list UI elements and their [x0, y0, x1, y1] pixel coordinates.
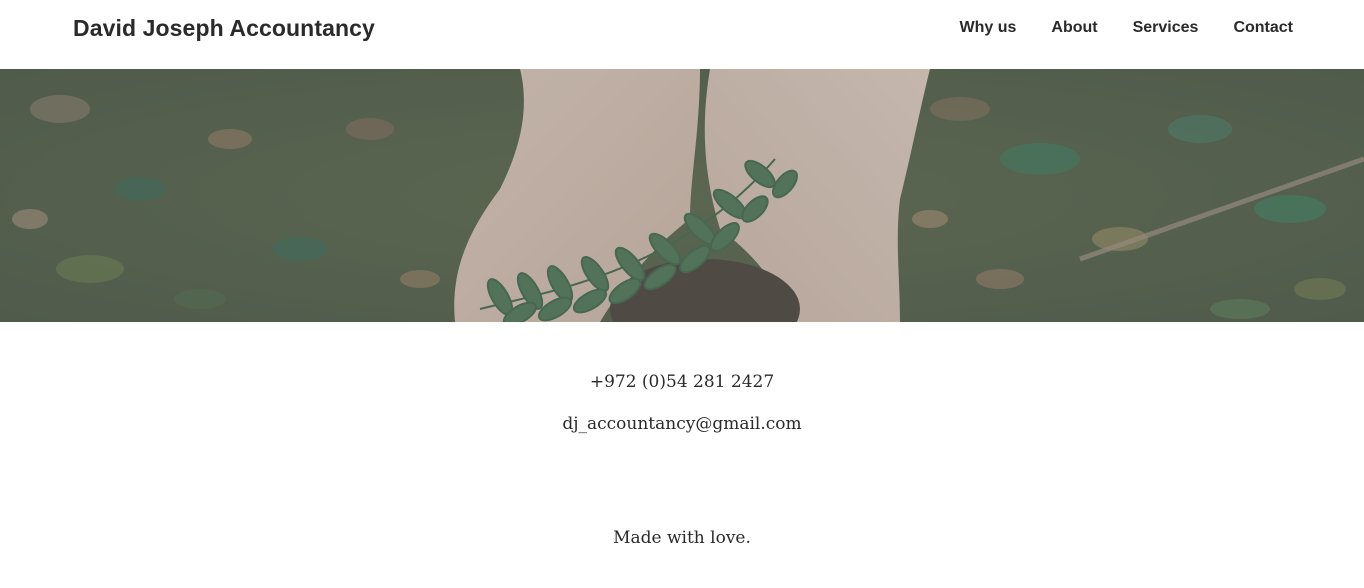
site-header: David Joseph Accountancy Why us About Se…: [0, 0, 1364, 69]
phone-number: +972 (0)54 281 2427: [589, 372, 775, 392]
nav-link-why-us[interactable]: Why us: [960, 18, 1017, 38]
contact-block: +972 (0)54 281 2427 dj_accountancy@gmail…: [0, 370, 1364, 454]
brand-link[interactable]: David Joseph Accountancy: [73, 13, 375, 43]
nav-link-about[interactable]: About: [1051, 18, 1097, 38]
hero-image: [0, 69, 1364, 322]
nav-link-contact[interactable]: Contact: [1233, 18, 1293, 38]
footer-text: Made with love.: [613, 528, 751, 548]
nav-link-services[interactable]: Services: [1133, 18, 1199, 38]
email-address: dj_accountancy@gmail.com: [562, 414, 802, 434]
main-nav: Why us About Services Contact: [960, 18, 1294, 38]
